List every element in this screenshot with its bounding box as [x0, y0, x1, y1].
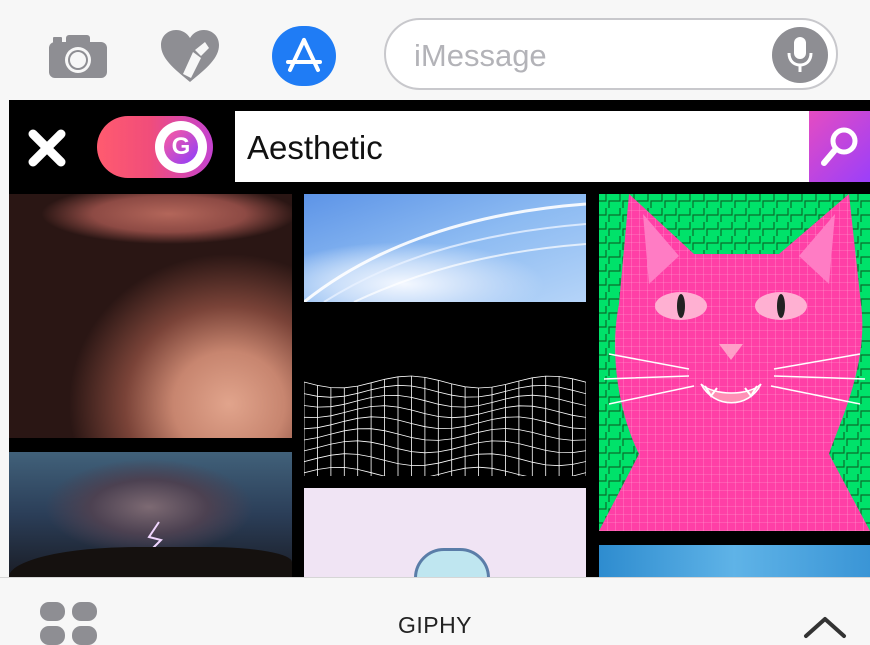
gif-anime-sky[interactable] — [304, 194, 586, 302]
chevron-up-icon — [804, 617, 846, 638]
digital-touch-button[interactable] — [158, 24, 222, 88]
app-drawer-bar: GIPHY — [0, 577, 870, 645]
mesh-line — [304, 453, 586, 467]
search-input[interactable] — [245, 119, 789, 177]
toggle-knob: G — [155, 121, 207, 173]
app-store-badge — [272, 26, 336, 86]
mesh-line — [304, 375, 586, 389]
imessage-field[interactable] — [384, 18, 838, 90]
camera-icon — [49, 35, 107, 78]
mesh-line — [304, 440, 586, 454]
mesh-line — [304, 384, 586, 398]
imessage-input[interactable] — [412, 30, 766, 82]
mesh-line — [304, 428, 586, 441]
gif-wireframe-grid[interactable] — [304, 302, 586, 476]
mesh-line — [304, 394, 586, 408]
search-box[interactable] — [235, 111, 809, 182]
gif-pastel-character[interactable] — [304, 488, 586, 577]
expand-button[interactable] — [802, 614, 848, 640]
message-toolbar — [0, 0, 870, 100]
camera-button[interactable] — [46, 24, 110, 88]
app-store-button[interactable] — [272, 24, 336, 88]
gif-pink-wireframe-cat[interactable] — [599, 194, 870, 531]
microphone-icon — [787, 37, 813, 72]
giphy-mode-toggle[interactable]: G — [97, 116, 213, 178]
wireframe-mesh — [304, 375, 586, 476]
app-store-icon — [286, 38, 322, 72]
active-app-title: GIPHY — [397, 612, 473, 638]
giphy-panel: G — [9, 100, 870, 577]
mesh-line — [304, 466, 586, 476]
dictation-button[interactable] — [772, 27, 828, 83]
gif-blue-water[interactable] — [599, 545, 870, 577]
close-icon — [28, 129, 66, 167]
close-button[interactable] — [27, 128, 67, 168]
digital-touch-heart-icon — [161, 30, 219, 82]
mesh-line — [304, 416, 586, 430]
search-icon — [820, 127, 857, 166]
gif-lips[interactable] — [9, 194, 292, 438]
mesh-line — [304, 405, 586, 419]
giphy-logo-letter: G — [164, 130, 198, 164]
search-button[interactable] — [809, 111, 870, 182]
light-streaks — [304, 202, 586, 302]
pink-cat-illustration — [599, 194, 870, 531]
character-head — [414, 548, 490, 577]
gif-storm-cloud[interactable] — [9, 452, 292, 577]
